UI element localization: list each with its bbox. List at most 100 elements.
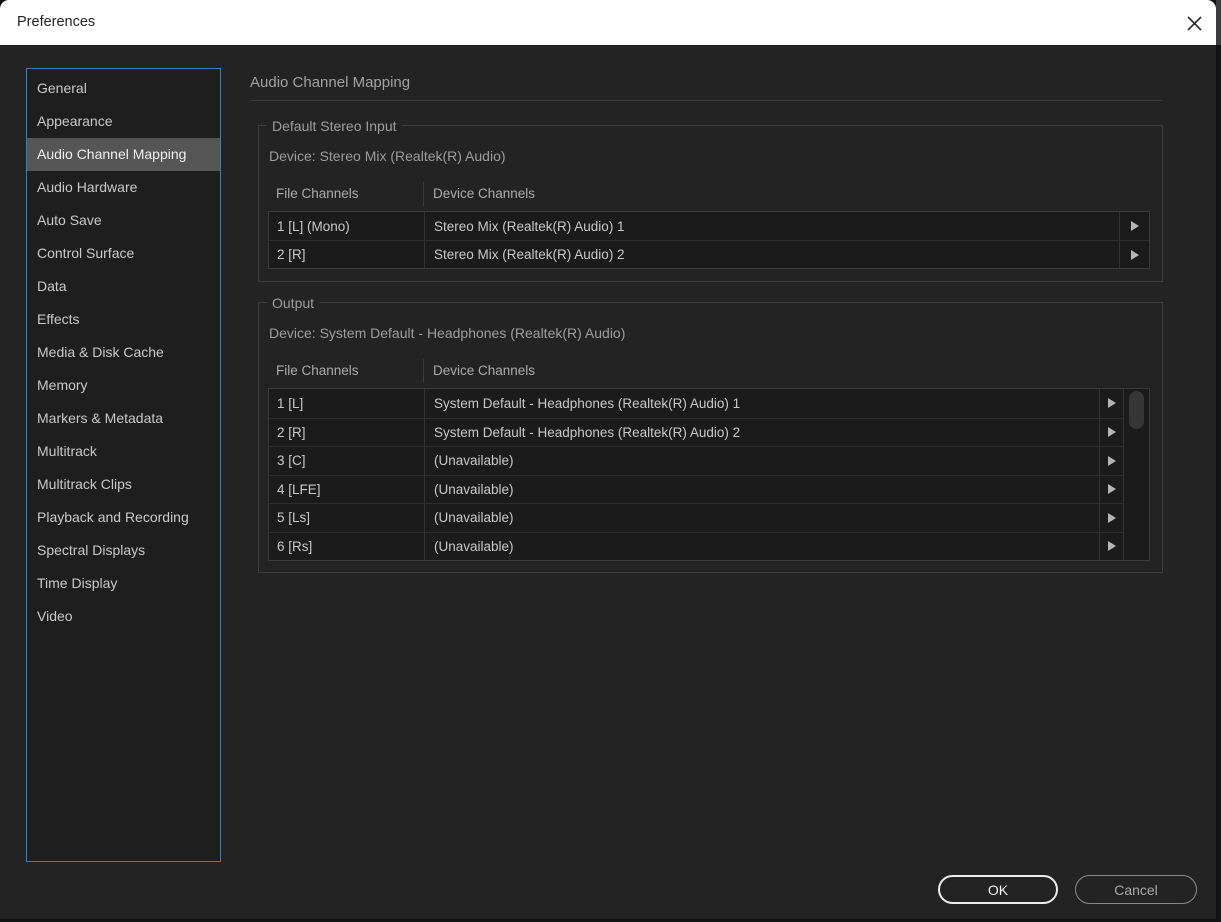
sidebar-item-label: Spectral Displays	[37, 542, 146, 558]
sidebar-item-video[interactable]: Video	[27, 600, 220, 633]
file-channel-cell: 6 [Rs]	[269, 532, 425, 560]
table-row: 4 [LFE] (Unavailable)	[269, 474, 1123, 504]
file-channel-cell: 5 [Ls]	[269, 504, 425, 532]
device-channel-select[interactable]: (Unavailable)	[425, 504, 1100, 532]
sidebar-item-playback-and-recording[interactable]: Playback and Recording	[27, 501, 220, 534]
dropdown-arrow-button[interactable]	[1120, 241, 1149, 268]
sidebar-item-label: Multitrack	[37, 443, 97, 459]
sidebar-item-label: Video	[37, 608, 73, 624]
right-triangle-icon	[1107, 398, 1116, 409]
sidebar-item-appearance[interactable]: Appearance	[27, 105, 220, 138]
sidebar-item-multitrack-clips[interactable]: Multitrack Clips	[27, 468, 220, 501]
titlebar: Preferences	[0, 0, 1216, 45]
device-channel-select[interactable]: System Default - Headphones (Realtek(R) …	[425, 389, 1100, 418]
file-channel-cell: 4 [LFE]	[269, 475, 425, 503]
dropdown-arrow-button[interactable]	[1100, 533, 1123, 561]
right-triangle-icon	[1107, 541, 1116, 552]
sidebar-item-label: Markers & Metadata	[37, 410, 164, 426]
sidebar-item-effects[interactable]: Effects	[27, 303, 220, 336]
column-header-file-channels: File Channels	[268, 182, 424, 206]
right-triangle-icon	[1107, 484, 1116, 495]
right-triangle-icon	[1107, 427, 1116, 438]
sidebar-item-label: Audio Hardware	[37, 179, 138, 195]
file-channel-cell: 2 [R]	[269, 418, 425, 446]
right-triangle-icon	[1107, 455, 1116, 466]
group-title: Output	[267, 294, 320, 312]
device-channel-select[interactable]: System Default - Headphones (Realtek(R) …	[425, 418, 1100, 446]
table-row: 6 [Rs] (Unavailable)	[269, 531, 1123, 561]
sidebar-item-auto-save[interactable]: Auto Save	[27, 204, 220, 237]
device-channel-select[interactable]: (Unavailable)	[425, 447, 1100, 475]
window-edge	[1216, 0, 1221, 45]
sidebar-item-memory[interactable]: Memory	[27, 369, 220, 402]
sidebar-item-label: Data	[37, 278, 67, 294]
cancel-button[interactable]: Cancel	[1075, 875, 1197, 904]
device-channel-select[interactable]: Stereo Mix (Realtek(R) Audio) 2	[425, 241, 1120, 268]
preferences-category-list: General Appearance Audio Channel Mapping…	[26, 68, 221, 862]
dropdown-arrow-button[interactable]	[1100, 389, 1123, 418]
column-header-device-channels: Device Channels	[433, 186, 536, 201]
file-channel-cell: 2 [R]	[269, 241, 425, 268]
sidebar-item-label: Playback and Recording	[37, 509, 189, 525]
sidebar-item-control-surface[interactable]: Control Surface	[27, 237, 220, 270]
dropdown-arrow-button[interactable]	[1100, 504, 1123, 532]
preferences-dialog: Preferences General Appearance Audio Cha…	[0, 0, 1221, 919]
heading-divider	[250, 100, 1163, 101]
column-headers: File Channels Device Channels	[268, 182, 1150, 206]
dropdown-arrow-button[interactable]	[1120, 212, 1149, 240]
sidebar-item-label: Auto Save	[37, 212, 102, 228]
table-row: 2 [R] System Default - Headphones (Realt…	[269, 417, 1123, 447]
file-channel-cell: 3 [C]	[269, 447, 425, 475]
sidebar-item-label: Effects	[37, 311, 80, 327]
sidebar-item-label: Control Surface	[37, 245, 135, 261]
sidebar-item-label: Multitrack Clips	[37, 476, 132, 492]
column-header-device-channels: Device Channels	[433, 363, 536, 378]
dropdown-arrow-button[interactable]	[1100, 476, 1123, 504]
sidebar-item-markers-metadata[interactable]: Markers & Metadata	[27, 402, 220, 435]
sidebar-item-multitrack[interactable]: Multitrack	[27, 435, 220, 468]
group-title: Default Stereo Input	[267, 117, 402, 135]
page-title: Audio Channel Mapping	[250, 74, 411, 91]
sidebar-item-label: Media & Disk Cache	[37, 344, 164, 360]
device-channel-select[interactable]: Stereo Mix (Realtek(R) Audio) 1	[425, 212, 1120, 240]
table-row: 1 [L] System Default - Headphones (Realt…	[269, 389, 1123, 418]
sidebar-item-audio-channel-mapping[interactable]: Audio Channel Mapping	[27, 138, 220, 171]
sidebar-item-label: Audio Channel Mapping	[37, 146, 187, 162]
column-header-file-channels: File Channels	[268, 359, 424, 383]
sidebar-item-label: Memory	[37, 377, 88, 393]
group-output: Output Device: System Default - Headphon…	[258, 294, 1163, 573]
window-title: Preferences	[17, 14, 96, 30]
sidebar-item-label: Appearance	[37, 113, 113, 129]
right-triangle-icon	[1130, 221, 1139, 231]
channel-mapping-table: 1 [L] System Default - Headphones (Realt…	[268, 388, 1150, 561]
sidebar-item-media-disk-cache[interactable]: Media & Disk Cache	[27, 336, 220, 369]
table-row: 1 [L] (Mono) Stereo Mix (Realtek(R) Audi…	[269, 212, 1149, 240]
scrollbar-thumb[interactable]	[1129, 391, 1144, 429]
device-label: Device: System Default - Headphones (Rea…	[269, 325, 626, 341]
dropdown-arrow-button[interactable]	[1100, 419, 1123, 447]
right-triangle-icon	[1130, 249, 1139, 260]
sidebar-item-general[interactable]: General	[27, 72, 220, 105]
ok-button[interactable]: OK	[938, 875, 1058, 904]
device-channel-select[interactable]: (Unavailable)	[425, 475, 1100, 503]
column-headers: File Channels Device Channels	[268, 359, 1150, 383]
file-channel-cell: 1 [L]	[269, 389, 425, 418]
dropdown-arrow-button[interactable]	[1100, 447, 1123, 475]
sidebar-item-data[interactable]: Data	[27, 270, 220, 303]
sidebar-item-audio-hardware[interactable]: Audio Hardware	[27, 171, 220, 204]
table-row: 2 [R] Stereo Mix (Realtek(R) Audio) 2	[269, 240, 1149, 268]
table-row: 3 [C] (Unavailable)	[269, 446, 1123, 475]
right-triangle-icon	[1107, 512, 1116, 523]
file-channel-cell: 1 [L] (Mono)	[269, 212, 425, 240]
sidebar-item-label: General	[37, 80, 87, 96]
device-label: Device: Stereo Mix (Realtek(R) Audio)	[269, 148, 506, 164]
close-button[interactable]	[1179, 8, 1209, 38]
sidebar-item-label: Time Display	[37, 575, 118, 591]
table-scrollbar[interactable]	[1123, 389, 1149, 560]
x-icon	[1186, 15, 1203, 32]
sidebar-item-time-display[interactable]: Time Display	[27, 567, 220, 600]
group-default-stereo-input: Default Stereo Input Device: Stereo Mix …	[258, 117, 1163, 282]
sidebar-item-spectral-displays[interactable]: Spectral Displays	[27, 534, 220, 567]
device-channel-select[interactable]: (Unavailable)	[425, 532, 1100, 560]
table-row: 5 [Ls] (Unavailable)	[269, 503, 1123, 532]
